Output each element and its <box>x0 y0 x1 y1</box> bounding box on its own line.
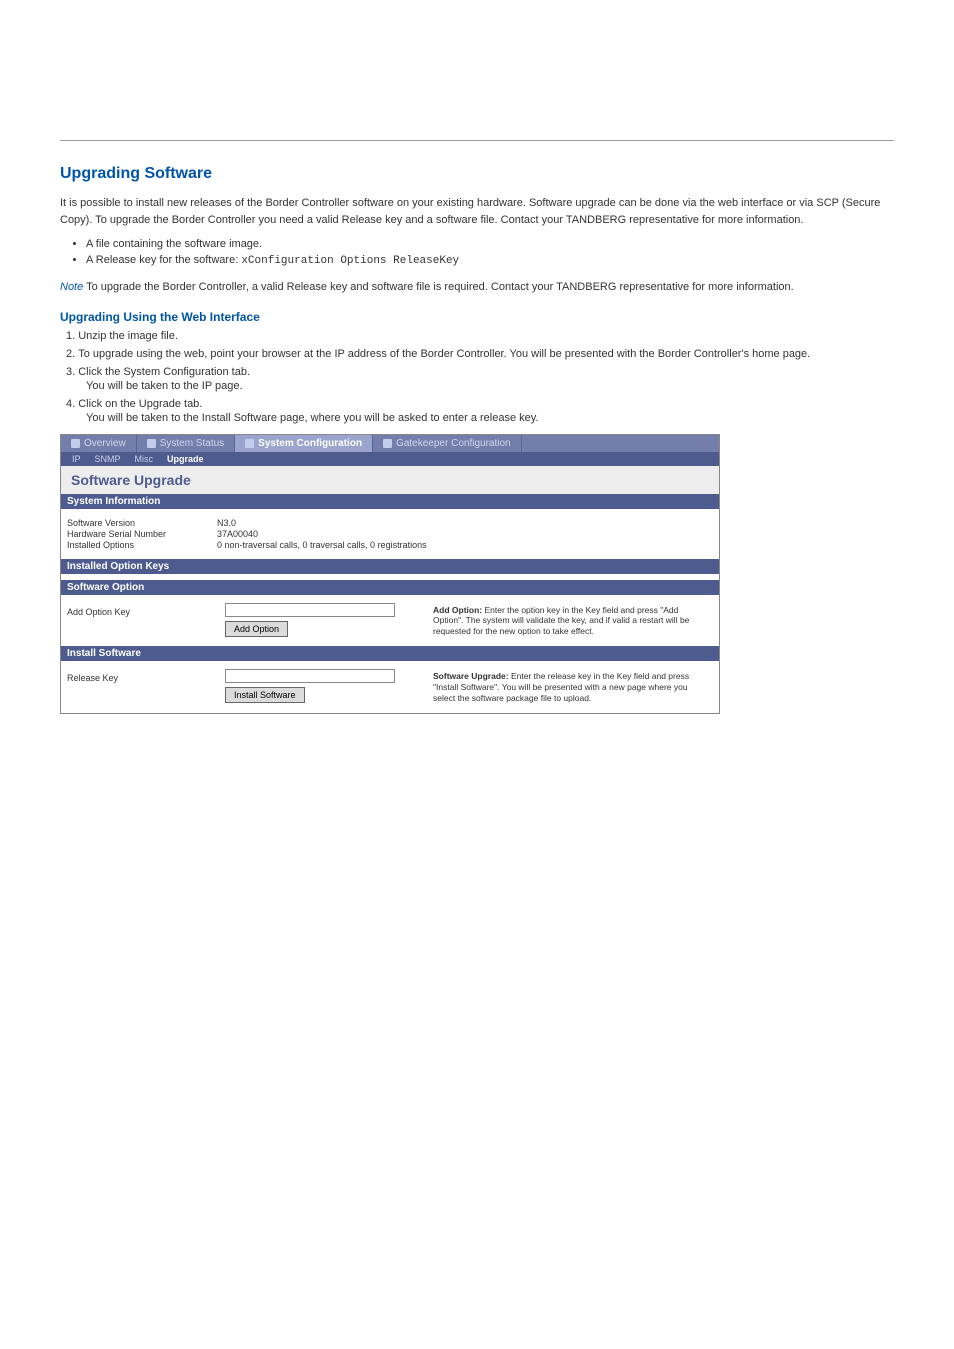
release-key-label: Release Key <box>67 669 217 683</box>
page-heading: Software Upgrade <box>61 466 719 494</box>
kv-key: Hardware Serial Number <box>67 529 217 539</box>
note-body: To upgrade the Border Controller, a vali… <box>83 281 793 293</box>
clipboard-icon <box>71 439 80 448</box>
release-key-input[interactable] <box>225 669 395 683</box>
list-item: A Release key for the software: xConfigu… <box>86 254 894 267</box>
doc-title: Upgrading Software <box>60 165 894 183</box>
add-option-button[interactable]: Add Option <box>225 621 288 637</box>
doc-steps: Unzip the image file. To upgrade using t… <box>60 330 894 424</box>
help-bold: Add Option: <box>433 605 482 615</box>
install-software-button[interactable]: Install Software <box>225 687 305 703</box>
doc-requirements-list: A file containing the software image. A … <box>60 238 894 267</box>
section-install-software: Install Software <box>61 646 719 661</box>
tab-label: Overview <box>84 438 126 449</box>
section-system-information: System Information <box>61 494 719 509</box>
step-text: Click on the Upgrade tab. <box>78 398 202 410</box>
kv-row: Software Version N3.0 <box>67 518 713 528</box>
step-follow: You will be taken to the Install Softwar… <box>86 412 894 424</box>
doc-intro: It is possible to install new releases o… <box>60 195 894 228</box>
tab-overview[interactable]: Overview <box>61 435 137 452</box>
subtab-snmp[interactable]: SNMP <box>88 452 128 466</box>
kv-key: Installed Options <box>67 540 217 550</box>
add-option-key-label: Add Option Key <box>67 603 217 617</box>
doc-subheading: Upgrading Using the Web Interface <box>60 310 894 324</box>
install-software-help: Software Upgrade: Enter the release key … <box>433 669 713 705</box>
sub-tabs: IP SNMP Misc Upgrade <box>61 452 719 466</box>
config-code: xConfiguration Options ReleaseKey <box>241 255 459 267</box>
step-item: Click on the Upgrade tab. You will be ta… <box>60 398 894 424</box>
wrench-icon <box>245 439 254 448</box>
step-follow: You will be taken to the IP page. <box>86 380 894 392</box>
section-software-option: Software Option <box>61 580 719 595</box>
kv-value: 37A00040 <box>217 529 713 539</box>
kv-row: Hardware Serial Number 37A00040 <box>67 529 713 539</box>
tab-label: System Status <box>160 438 224 449</box>
doc-note: Note To upgrade the Border Controller, a… <box>60 279 894 296</box>
list-item-text: A Release key for the software: <box>86 254 241 266</box>
kv-row: Installed Options 0 non-traversal calls,… <box>67 540 713 550</box>
step-text: Click the System Configuration tab. <box>78 366 250 378</box>
add-option-help: Add Option: Enter the option key in the … <box>433 603 713 639</box>
help-bold: Software Upgrade: <box>433 671 509 681</box>
step-text: To upgrade using the web, point your bro… <box>78 348 810 360</box>
page-divider <box>60 140 894 141</box>
subtab-upgrade[interactable]: Upgrade <box>160 452 211 466</box>
kv-key: Software Version <box>67 518 217 528</box>
subtab-misc[interactable]: Misc <box>128 452 161 466</box>
kv-value: N3.0 <box>217 518 713 528</box>
step-text: Unzip the image file. <box>78 330 178 342</box>
tab-system-configuration[interactable]: System Configuration <box>235 435 373 452</box>
tab-label: Gatekeeper Configuration <box>396 438 511 449</box>
section-installed-option-keys: Installed Option Keys <box>61 559 719 574</box>
step-item: Unzip the image file. <box>60 330 894 342</box>
subtab-ip[interactable]: IP <box>65 452 88 466</box>
note-label: Note <box>60 281 83 293</box>
wrench-icon <box>383 439 392 448</box>
kv-value: 0 non-traversal calls, 0 traversal calls… <box>217 540 713 550</box>
tab-gatekeeper-configuration[interactable]: Gatekeeper Configuration <box>373 435 522 452</box>
list-item: A file containing the software image. <box>86 238 894 250</box>
step-item: Click the System Configuration tab. You … <box>60 366 894 392</box>
clock-icon <box>147 439 156 448</box>
main-tabs: Overview System Status System Configurat… <box>61 435 719 452</box>
tab-system-status[interactable]: System Status <box>137 435 235 452</box>
ui-screenshot-panel: Overview System Status System Configurat… <box>60 434 720 715</box>
add-option-key-input[interactable] <box>225 603 395 617</box>
tab-label: System Configuration <box>258 438 362 449</box>
step-item: To upgrade using the web, point your bro… <box>60 348 894 360</box>
